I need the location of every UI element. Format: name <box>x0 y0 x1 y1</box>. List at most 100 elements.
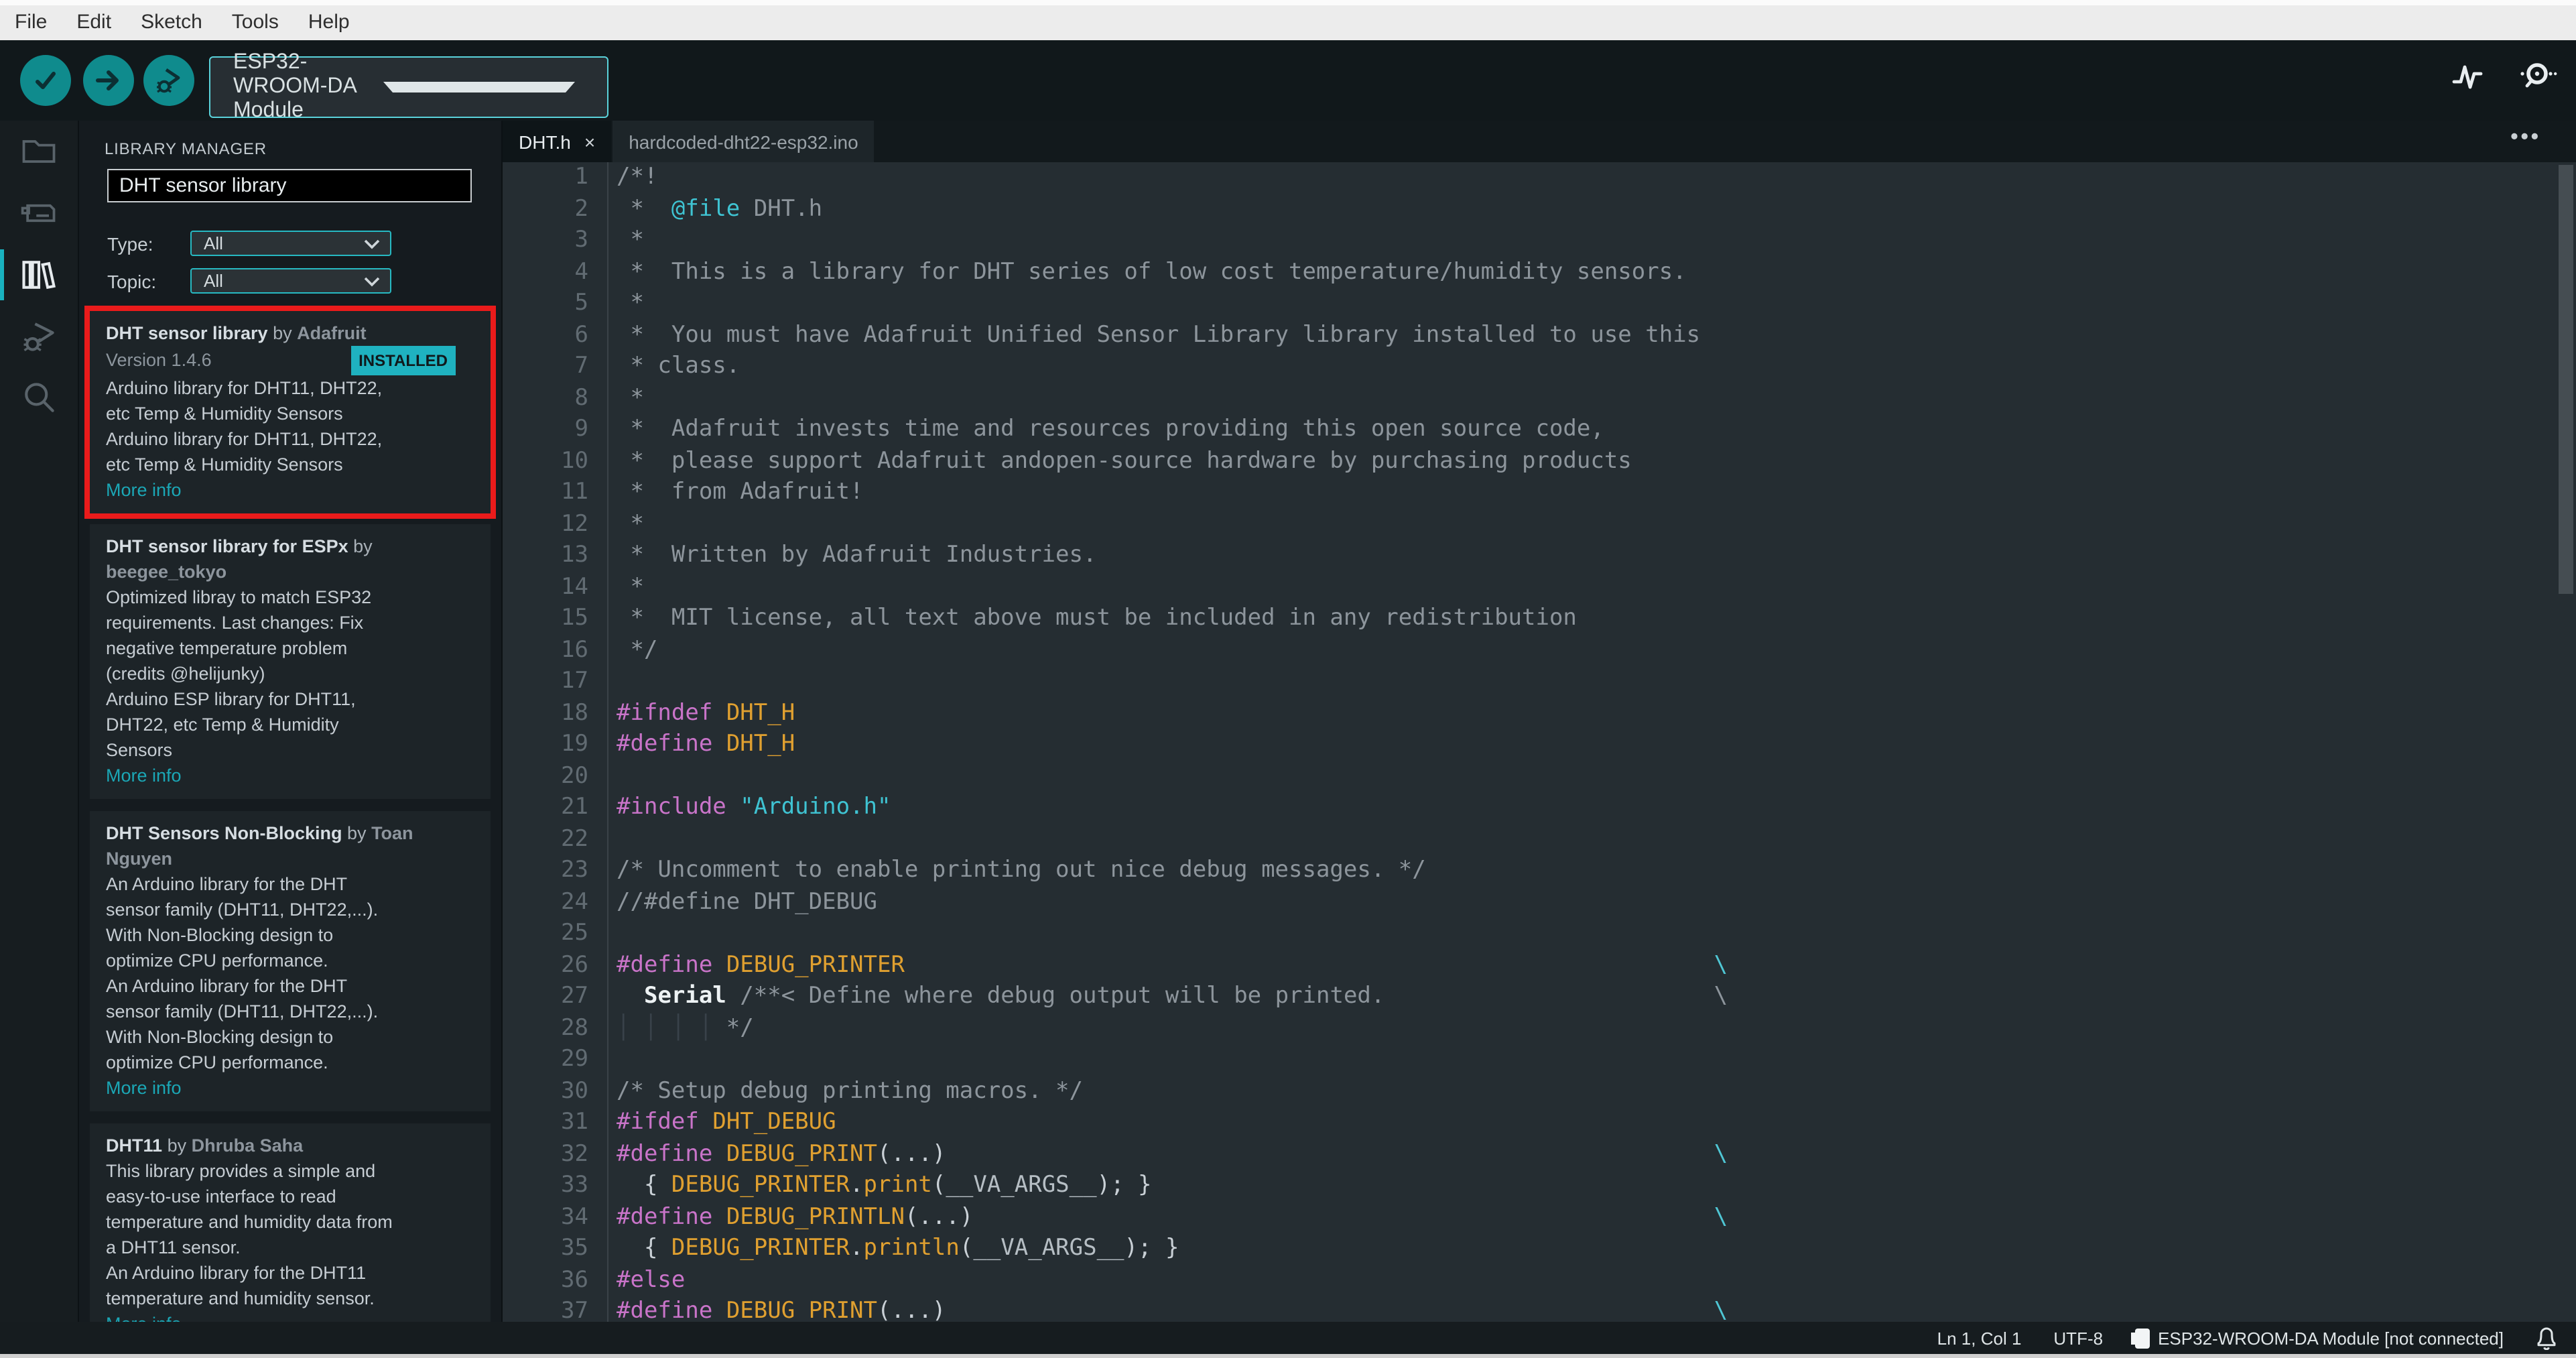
menu-item-sketch[interactable]: Sketch <box>126 5 217 40</box>
tab-bar: DHT.h × hardcoded-dht22-esp32.ino <box>503 121 2576 162</box>
line-number: 32 <box>561 1140 588 1167</box>
more-info-link[interactable]: More info <box>106 1311 474 1322</box>
library-card-DHT sensor library for ESPx[interactable]: DHT sensor library for ESPx by beegee_to… <box>90 524 491 799</box>
verify-button[interactable] <box>20 55 71 106</box>
line-content: * Written by Adafruit Industries. <box>607 540 2576 572</box>
cursor-position[interactable]: Ln 1, Col 1 <box>1937 1328 2022 1348</box>
more-info-link[interactable]: More info <box>106 477 474 503</box>
library-description: An Arduino library for the DHT sensor fa… <box>106 874 379 1072</box>
status-board-name[interactable]: ESP32-WROOM-DA Module [not connected] <box>2158 1328 2504 1348</box>
line-content <box>607 824 2576 855</box>
code-line: 11 * from Adafruit! <box>503 477 2576 509</box>
code-line: 23 /* Uncomment to enable printing out ni… <box>503 855 2576 887</box>
line-content: * <box>607 383 2576 414</box>
line-number: 15 <box>561 605 588 631</box>
code-line: 2 * @file DHT.h <box>503 194 2576 225</box>
library-card-title: DHT sensor library by Adafruit <box>106 323 367 343</box>
board-selector[interactable]: ESP32-WROOM-DA Module <box>209 51 608 122</box>
type-filter-label: Type: <box>107 233 153 254</box>
tab-DHT.h[interactable]: DHT.h × <box>503 121 612 162</box>
topic-filter-dropdown[interactable]: All <box>190 268 391 294</box>
line-content <box>607 1044 2576 1076</box>
window-top-edge <box>0 0 2576 5</box>
bell-icon[interactable] <box>2536 1326 2557 1350</box>
code-line: 22 <box>503 824 2576 855</box>
code-line: 25 <box>503 918 2576 950</box>
line-number: 33 <box>561 1172 588 1198</box>
sidebar-item-search[interactable] <box>0 367 78 429</box>
line-number: 7 <box>574 353 589 379</box>
line-number: 28 <box>561 1014 588 1041</box>
line-number: 35 <box>561 1235 588 1261</box>
tab-hardcoded-dht22-esp32.ino[interactable]: hardcoded-dht22-esp32.ino <box>613 121 875 162</box>
code-line: 36 #else <box>503 1265 2576 1296</box>
tab-more-actions[interactable]: ••• <box>2510 126 2541 150</box>
library-card-DHT sensor library[interactable]: DHT sensor library by Adafruit Version 1.… <box>90 311 491 513</box>
line-content: /* Uncomment to enable printing out nice… <box>607 855 2576 887</box>
line-content: * <box>607 288 2576 320</box>
code-editor[interactable]: 1/*! 2 * @file DHT.h 3 * 4 * This is a libr… <box>503 162 2576 1322</box>
line-content: * <box>607 225 2576 257</box>
arduino-ide-window: File Edit Sketch Tools Help ESP32-WROOM-DA M… <box>0 0 2576 1358</box>
line-number: 17 <box>561 668 588 694</box>
line-content: * This is a library for DHT series of lo… <box>607 257 2576 288</box>
active-indicator <box>0 249 4 300</box>
search-icon <box>19 378 59 418</box>
code-line: 24 //#define DHT_DEBUG <box>503 887 2576 918</box>
code-line: 3 * <box>503 225 2576 257</box>
line-content: { DEBUG_PRINTER.println(__VA_ARGS__); } <box>607 1233 2576 1265</box>
sidebar-item-debug[interactable] <box>0 306 78 367</box>
library-search-input[interactable] <box>109 170 492 201</box>
topic-filter-value: All <box>204 271 223 291</box>
code-line: 1 /*! <box>503 162 2576 194</box>
serial-monitor-icon[interactable] <box>2517 59 2557 94</box>
code-line: 12 * <box>503 509 2576 540</box>
line-number: 11 <box>561 479 588 505</box>
menu-item-file[interactable]: File <box>0 5 62 40</box>
library-books-icon <box>19 255 59 295</box>
line-number: 23 <box>561 857 588 883</box>
more-info-link[interactable]: More info <box>106 763 474 788</box>
line-number: 18 <box>561 699 588 726</box>
more-info-link[interactable]: More info <box>106 1075 474 1101</box>
type-filter-dropdown[interactable]: All <box>190 231 391 256</box>
serial-plotter-icon[interactable] <box>2450 59 2485 94</box>
menu-item-edit[interactable]: Edit <box>62 5 126 40</box>
line-content: #ifndef DHT_H <box>607 698 2576 729</box>
line-content: Serial /**< Define where debug output wi… <box>607 981 2576 1013</box>
library-card-DHT11[interactable]: DHT11 by Dhruba Saha This library provide… <box>90 1123 491 1322</box>
line-number: 36 <box>561 1266 588 1293</box>
tab-close-icon[interactable]: × <box>584 131 595 152</box>
menu-item-tools[interactable]: Tools <box>217 5 294 40</box>
line-content: //#define DHT_DEBUG <box>607 887 2576 918</box>
line-number: 34 <box>561 1203 588 1230</box>
tab-label: DHT.h <box>519 131 571 152</box>
line-number: 20 <box>561 762 588 789</box>
line-content: #define DEBUG_PRINT(...) \ <box>607 1139 2576 1170</box>
check-icon <box>31 66 60 95</box>
sidebar-item-sketchbook[interactable] <box>0 121 78 182</box>
line-content: │ │ │ │ */ <box>607 1013 2576 1044</box>
sidebar-item-boards-manager[interactable] <box>0 182 78 244</box>
code-line: 5 * <box>503 288 2576 320</box>
library-card-DHT Sensors Non-Blocking[interactable]: DHT Sensors Non-Blocking by Toan Nguyen A… <box>90 811 491 1111</box>
encoding[interactable]: UTF-8 <box>2053 1328 2103 1348</box>
upload-button[interactable] <box>83 55 134 106</box>
line-number: 8 <box>574 384 589 411</box>
line-content: /*! <box>607 162 2576 194</box>
library-card-title: DHT11 by Dhruba Saha <box>106 1135 304 1156</box>
debug-button[interactable] <box>143 55 194 106</box>
line-content: * <box>607 509 2576 540</box>
code-line: 31 #ifdef DHT_DEBUG <box>503 1107 2576 1139</box>
editor-scrollbar[interactable] <box>2559 165 2573 594</box>
line-content: #define DEBUG_PRINTER \ <box>607 950 2576 981</box>
library-card-title: DHT sensor library for ESPx by beegee_to… <box>106 536 373 582</box>
menu-item-help[interactable]: Help <box>294 5 365 40</box>
line-content <box>607 666 2576 698</box>
sidebar-item-library-manager[interactable] <box>0 244 78 306</box>
line-content: * class. <box>607 351 2576 383</box>
library-description: Optimized libray to match ESP32 requirem… <box>106 587 372 760</box>
line-number: 10 <box>561 447 588 474</box>
line-number: 9 <box>574 416 589 442</box>
line-number: 21 <box>561 794 588 820</box>
